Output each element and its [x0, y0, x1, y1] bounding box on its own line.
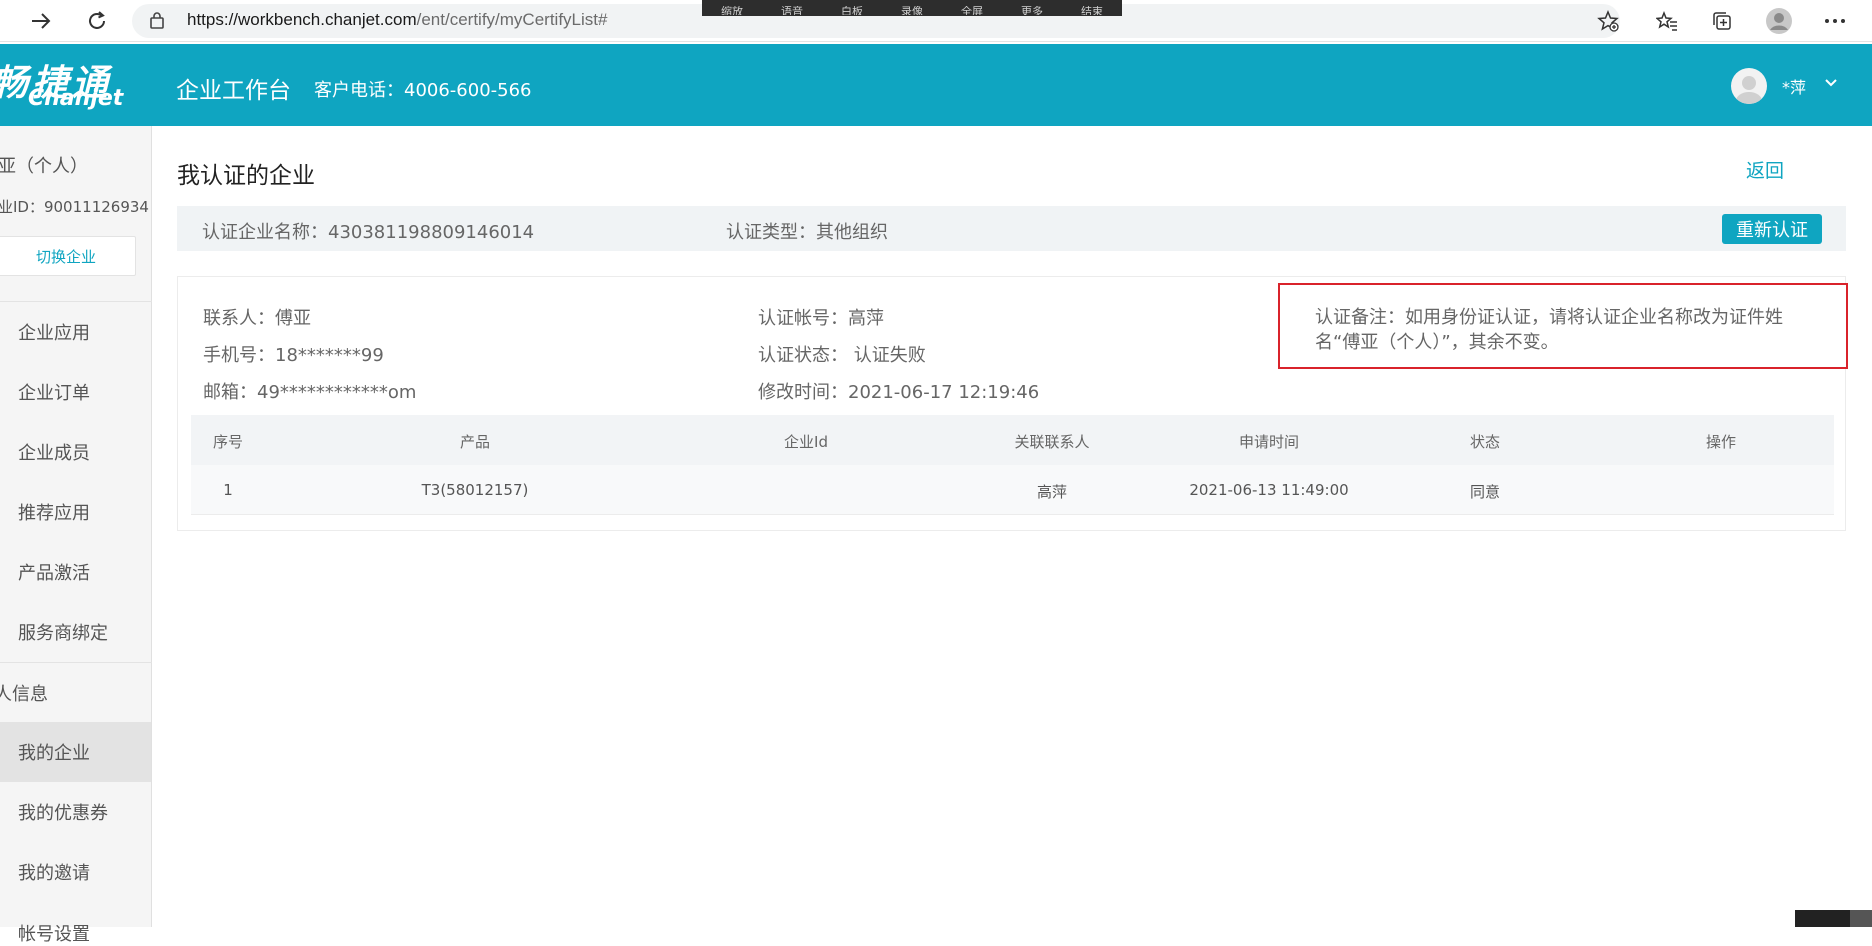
sidebar-item-account-settings[interactable]: 帐号设置	[0, 902, 151, 945]
column-header: 操作	[1705, 433, 1737, 451]
back-link[interactable]: 返回	[1746, 156, 1784, 183]
user-avatar[interactable]	[1731, 68, 1767, 104]
screen-share-toolbar: 缩放 语音 白板 录像 全屏 更多 结束	[702, 0, 1122, 16]
customer-hotline: 客户电话：4006-600-566	[314, 80, 532, 101]
favorites-icon[interactable]	[1652, 6, 1682, 36]
whiteboard-tool[interactable]: 白板	[841, 6, 863, 15]
row-status: 同意	[1469, 483, 1501, 501]
user-name[interactable]: *萍	[1782, 74, 1806, 98]
record-tool[interactable]: 录像	[901, 6, 923, 15]
org-name: 亚（个人）	[0, 156, 88, 177]
table-header: 序号 产品 企业Id 关联联系人 申请时间 状态 操作	[191, 415, 1834, 465]
certification-status: 认证状态： 认证失败	[758, 345, 926, 366]
certification-note: 认证备注：如用身份证认证，请将认证企业名称改为证件姓名“傅亚（个人）”，其余不变…	[1315, 307, 1783, 353]
certification-type: 认证类型：其他组织	[726, 222, 888, 243]
sidebar-item-my-coupons[interactable]: 我的优惠券	[0, 782, 151, 842]
sidebar-section-personal: 人信息	[0, 684, 48, 705]
column-header: 产品	[459, 433, 491, 451]
sidebar-item-my-enterprise[interactable]: 我的企业	[0, 722, 151, 782]
voice-tool[interactable]: 语音	[781, 6, 803, 15]
sidebar-divider	[0, 662, 152, 663]
switch-enterprise-button[interactable]: 切换企业	[0, 236, 136, 276]
sidebar-item-recommended-apps[interactable]: 推荐应用	[0, 482, 151, 542]
certified-name: 认证企业名称：430381198809146014	[202, 222, 535, 243]
logo-text-en: Chanjet	[28, 86, 124, 111]
modified-time: 修改时间：2021-06-17 12:19:46	[758, 382, 1040, 403]
more-menu-icon[interactable]	[1820, 6, 1850, 36]
add-favorite-icon[interactable]	[1593, 6, 1623, 36]
app-header: 畅捷通 Chanjet 企业工作台 客户电话：4006-600-566 *萍	[0, 44, 1872, 126]
end-tool[interactable]: 结束	[1081, 6, 1103, 15]
page-title: 我认证的企业	[177, 163, 315, 189]
url-text[interactable]: https://workbench.chanjet.com/ent/certif…	[187, 10, 607, 30]
profile-icon[interactable]	[1764, 6, 1794, 36]
sidebar-item-provider-binding[interactable]: 服务商绑定	[0, 602, 151, 662]
sidebar-item-product-activation[interactable]: 产品激活	[0, 542, 151, 602]
row-contact: 高萍	[1036, 483, 1068, 501]
collections-icon[interactable]	[1707, 6, 1737, 36]
certification-table: 序号 产品 企业Id 关联联系人 申请时间 状态 操作 1 T3(5801215…	[191, 415, 1834, 516]
lock-icon[interactable]	[150, 11, 164, 29]
certification-account: 认证帐号：高萍	[758, 308, 884, 329]
row-apply-time: 2021-06-13 11:49:00	[1189, 481, 1349, 499]
sidebar: 亚（个人） 业ID：90011126934 切换企业 企业应用 企业订单 企业成…	[0, 126, 152, 945]
sidebar-item-enterprise-orders[interactable]: 企业订单	[0, 362, 151, 422]
certification-summary-bar: 认证企业名称：430381198809146014 认证类型：其他组织 重新认证	[177, 206, 1846, 251]
zoom-tool[interactable]: 缩放	[721, 6, 743, 15]
row-product: T3(58012157)	[421, 481, 529, 499]
column-header: 企业Id	[784, 433, 828, 451]
sidebar-item-enterprise-apps[interactable]: 企业应用	[0, 302, 151, 362]
sidebar-item-enterprise-members[interactable]: 企业成员	[0, 422, 151, 482]
table-row: 1 T3(58012157) 高萍 2021-06-13 11:49:00 同意	[191, 465, 1834, 515]
row-index: 1	[223, 481, 233, 499]
refresh-icon[interactable]	[80, 4, 114, 38]
forward-icon[interactable]	[24, 4, 58, 38]
column-header: 申请时间	[1238, 433, 1300, 451]
more-tool[interactable]: 更多	[1021, 6, 1043, 15]
taskbar-fragment	[1795, 910, 1872, 927]
recertify-button[interactable]: 重新认证	[1722, 214, 1822, 244]
column-header: 关联联系人	[1014, 433, 1090, 451]
certification-note-highlight: 认证备注：如用身份证认证，请将认证企业名称改为证件姓名“傅亚（个人）”，其余不变…	[1278, 283, 1848, 369]
contact-person: 联系人：傅亚	[203, 308, 311, 329]
chevron-down-icon[interactable]	[1824, 74, 1838, 92]
column-header: 状态	[1469, 433, 1501, 451]
app-title: 企业工作台	[176, 78, 291, 104]
column-header: 序号	[212, 433, 244, 451]
phone-number: 手机号：18*******99	[203, 345, 384, 366]
org-id: 业ID：90011126934	[0, 198, 149, 216]
fullscreen-tool[interactable]: 全屏	[961, 6, 983, 15]
email-address: 邮箱：49************om	[203, 382, 417, 403]
sidebar-item-my-invitations[interactable]: 我的邀请	[0, 842, 151, 902]
